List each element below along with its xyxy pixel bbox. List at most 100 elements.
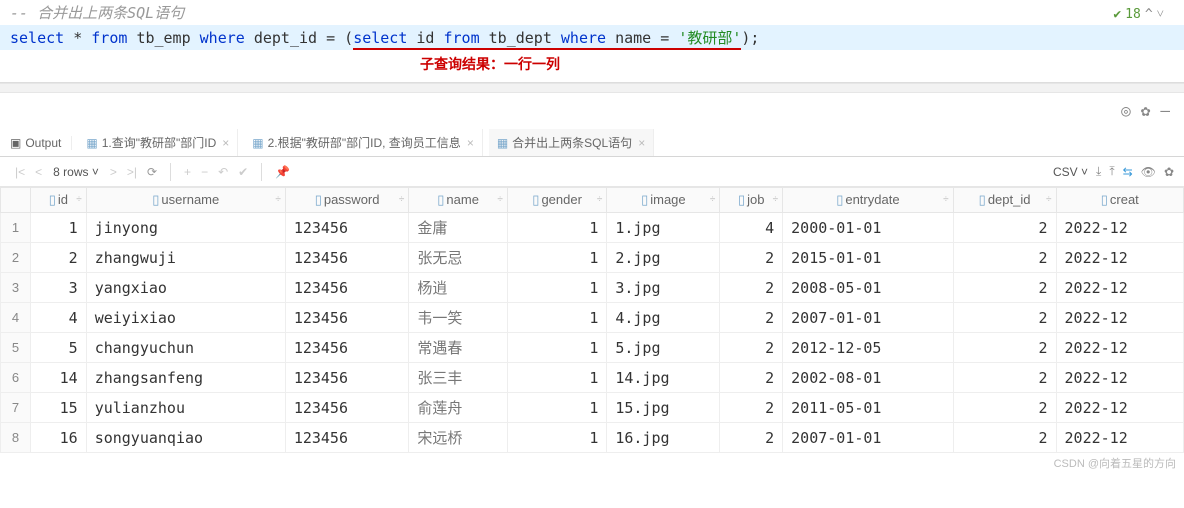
cell-gender[interactable]: 1 <box>507 303 606 333</box>
cell-job[interactable]: 2 <box>720 303 783 333</box>
cell-password[interactable]: 123456 <box>285 333 409 363</box>
output-tab[interactable]: ▣ Output <box>10 136 72 150</box>
cell-image[interactable]: 15.jpg <box>607 393 720 423</box>
tab-query-2[interactable]: ▦ 2.根据"教研部"部门ID, 查询员工信息 × <box>244 129 483 156</box>
minimize-icon[interactable]: — <box>1160 101 1170 120</box>
table-row[interactable]: 55changyuchun123456常遇春15.jpg22012-12-052… <box>1 333 1184 363</box>
cell-job[interactable]: 2 <box>720 273 783 303</box>
upload-icon[interactable]: ⤒ <box>1109 164 1114 179</box>
cell-job[interactable]: 4 <box>720 213 783 243</box>
pin-button[interactable]: 📌 <box>270 165 295 179</box>
sort-icon[interactable]: ÷ <box>76 194 82 205</box>
cell-dept-id[interactable]: 2 <box>953 243 1056 273</box>
sort-icon[interactable]: ÷ <box>399 194 405 205</box>
cell-creat[interactable]: 2022-12 <box>1056 423 1183 453</box>
cell-id[interactable]: 2 <box>31 243 87 273</box>
compare-icon[interactable]: ⇆ <box>1123 165 1133 179</box>
prev-page-button[interactable]: < <box>30 165 47 179</box>
cell-creat[interactable]: 2022-12 <box>1056 393 1183 423</box>
delete-row-button[interactable]: − <box>196 165 213 179</box>
cell-username[interactable]: yulianzhou <box>86 393 285 423</box>
cell-name[interactable]: 俞莲舟 <box>409 393 507 423</box>
table-row[interactable]: 11jinyong123456金庸11.jpg42000-01-0122022-… <box>1 213 1184 243</box>
cell-username[interactable]: jinyong <box>86 213 285 243</box>
col-name[interactable]: ▯name÷ <box>409 188 507 213</box>
col-id[interactable]: ▯id÷ <box>31 188 87 213</box>
cell-username[interactable]: weiyixiao <box>86 303 285 333</box>
cell-creat[interactable]: 2022-12 <box>1056 273 1183 303</box>
cell-id[interactable]: 14 <box>31 363 87 393</box>
sort-icon[interactable]: ÷ <box>710 194 716 205</box>
col-entrydate[interactable]: ▯entrydate÷ <box>783 188 953 213</box>
sort-icon[interactable]: ÷ <box>275 194 281 205</box>
chevron-up-icon[interactable]: ^ <box>1145 7 1153 22</box>
cell-dept-id[interactable]: 2 <box>953 393 1056 423</box>
cell-job[interactable]: 2 <box>720 243 783 273</box>
download-icon[interactable]: ⤓ <box>1096 164 1101 179</box>
cell-entrydate[interactable]: 2000-01-01 <box>783 213 953 243</box>
tab-query-1[interactable]: ▦ 1.查询"教研部"部门ID × <box>78 129 238 156</box>
gear-icon[interactable]: ✿ <box>1141 101 1151 120</box>
cell-username[interactable]: changyuchun <box>86 333 285 363</box>
cell-entrydate[interactable]: 2011-05-01 <box>783 393 953 423</box>
table-row[interactable]: 614zhangsanfeng123456张三丰114.jpg22002-08-… <box>1 363 1184 393</box>
close-icon[interactable]: × <box>467 136 474 150</box>
cell-job[interactable]: 2 <box>720 393 783 423</box>
cell-password[interactable]: 123456 <box>285 393 409 423</box>
sort-icon[interactable]: ÷ <box>1046 194 1052 205</box>
sort-icon[interactable]: ÷ <box>943 194 949 205</box>
refresh-button[interactable]: ⟳ <box>142 165 162 179</box>
cell-password[interactable]: 123456 <box>285 273 409 303</box>
cell-id[interactable]: 5 <box>31 333 87 363</box>
cell-entrydate[interactable]: 2008-05-01 <box>783 273 953 303</box>
col-job[interactable]: ▯job÷ <box>720 188 783 213</box>
horizontal-scrollbar[interactable] <box>0 83 1184 93</box>
cell-image[interactable]: 16.jpg <box>607 423 720 453</box>
cell-job[interactable]: 2 <box>720 363 783 393</box>
cell-name[interactable]: 杨逍 <box>409 273 507 303</box>
chevron-down-icon[interactable]: ˅ <box>1157 6 1164 22</box>
table-row[interactable]: 715yulianzhou123456俞莲舟115.jpg22011-05-01… <box>1 393 1184 423</box>
cell-creat[interactable]: 2022-12 <box>1056 303 1183 333</box>
cell-dept-id[interactable]: 2 <box>953 333 1056 363</box>
cell-password[interactable]: 123456 <box>285 243 409 273</box>
export-csv-button[interactable]: CSV ˅ <box>1053 165 1088 179</box>
cell-password[interactable]: 123456 <box>285 423 409 453</box>
cell-gender[interactable]: 1 <box>507 333 606 363</box>
cell-image[interactable]: 3.jpg <box>607 273 720 303</box>
sort-icon[interactable]: ÷ <box>497 194 503 205</box>
cell-name[interactable]: 韦一笑 <box>409 303 507 333</box>
table-row[interactable]: 22zhangwuji123456张无忌12.jpg22015-01-01220… <box>1 243 1184 273</box>
table-row[interactable]: 44weiyixiao123456韦一笑14.jpg22007-01-01220… <box>1 303 1184 333</box>
cell-image[interactable]: 5.jpg <box>607 333 720 363</box>
cell-image[interactable]: 4.jpg <box>607 303 720 333</box>
table-row[interactable]: 816songyuanqiao123456宋远桥116.jpg22007-01-… <box>1 423 1184 453</box>
cell-entrydate[interactable]: 2007-01-01 <box>783 303 953 333</box>
revert-button[interactable]: ↶ <box>213 165 233 179</box>
cell-username[interactable]: zhangsanfeng <box>86 363 285 393</box>
cell-gender[interactable]: 1 <box>507 213 606 243</box>
tab-query-3[interactable]: ▦ 合并出上两条SQL语句 × <box>489 129 654 156</box>
target-icon[interactable]: ◎ <box>1121 101 1131 120</box>
sort-icon[interactable]: ÷ <box>597 194 603 205</box>
commit-button[interactable]: ✔ <box>233 165 253 179</box>
cell-name[interactable]: 常遇春 <box>409 333 507 363</box>
col-password[interactable]: ▯password÷ <box>285 188 409 213</box>
cell-gender[interactable]: 1 <box>507 243 606 273</box>
cell-creat[interactable]: 2022-12 <box>1056 333 1183 363</box>
cell-id[interactable]: 3 <box>31 273 87 303</box>
cell-creat[interactable]: 2022-12 <box>1056 213 1183 243</box>
cell-job[interactable]: 2 <box>720 423 783 453</box>
cell-creat[interactable]: 2022-12 <box>1056 363 1183 393</box>
eye-icon[interactable]: 👁 <box>1141 165 1156 179</box>
row-count[interactable]: 8 rows ˅ <box>47 165 105 179</box>
cell-password[interactable]: 123456 <box>285 363 409 393</box>
cell-creat[interactable]: 2022-12 <box>1056 243 1183 273</box>
last-page-button[interactable]: >| <box>122 165 142 179</box>
cell-entrydate[interactable]: 2012-12-05 <box>783 333 953 363</box>
cell-dept-id[interactable]: 2 <box>953 273 1056 303</box>
cell-image[interactable]: 1.jpg <box>607 213 720 243</box>
cell-username[interactable]: yangxiao <box>86 273 285 303</box>
cell-entrydate[interactable]: 2007-01-01 <box>783 423 953 453</box>
sql-editor[interactable]: -- 合并出上两条SQL语句 select * from tb_emp wher… <box>0 0 1184 83</box>
